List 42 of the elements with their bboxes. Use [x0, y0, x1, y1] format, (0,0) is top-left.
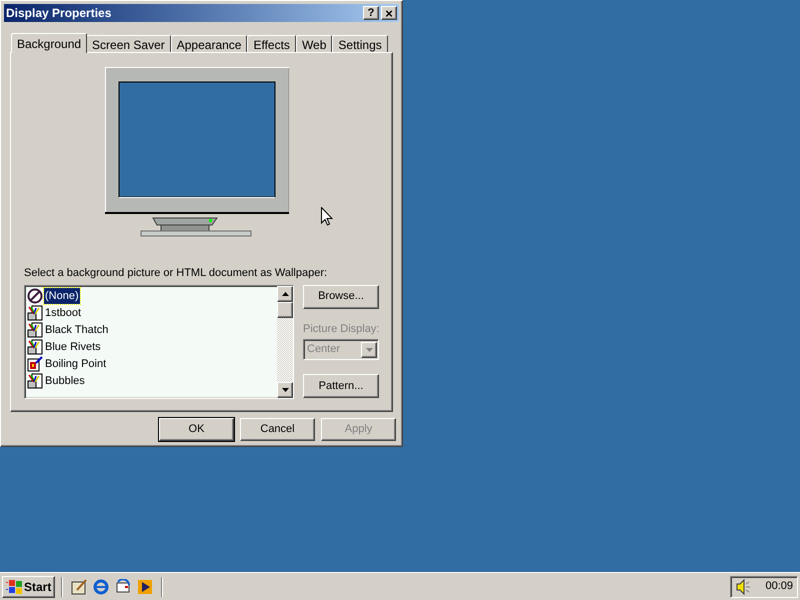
wallpaper-item[interactable]: (None)	[44, 288, 80, 304]
prohibited-icon	[27, 288, 43, 304]
clock: 00:09	[765, 579, 793, 594]
tab[interactable]: Effects	[247, 35, 296, 52]
wallpaper-list[interactable]: (None) 1stboot Black Thatch Blue Rivets Boiling Point Bubbles	[24, 284, 294, 398]
tab[interactable]: Settings	[332, 35, 388, 52]
dialog-button[interactable]: OK	[159, 418, 234, 441]
tab[interactable]: Background	[11, 33, 88, 53]
html-document-icon	[27, 373, 43, 389]
scrollbar[interactable]	[277, 286, 293, 398]
speaker-icon[interactable]	[735, 578, 751, 594]
caret-icon	[366, 348, 372, 352]
up-arrow-icon	[282, 292, 288, 296]
wallpaper-item[interactable]: Boiling Point	[44, 356, 108, 372]
bitmap-image-icon	[27, 356, 43, 372]
tab[interactable]: Web	[296, 35, 332, 52]
pattern-button[interactable]: Pattern...	[303, 374, 379, 398]
tab[interactable]: Appearance	[170, 35, 248, 52]
browse-button[interactable]: Browse...	[303, 284, 379, 308]
wallpaper-item[interactable]: Blue Rivets	[44, 338, 102, 356]
html-document-icon	[27, 322, 43, 338]
dialog-button[interactable]: Cancel	[240, 418, 315, 441]
close-button[interactable]: ×	[381, 6, 397, 20]
play-icon[interactable]	[137, 578, 154, 594]
start-button[interactable]: Start	[2, 576, 56, 598]
html-document-icon	[27, 305, 43, 321]
browser-icon[interactable]	[93, 578, 110, 594]
mouse-cursor-icon	[321, 207, 333, 226]
scroll-down-button[interactable]	[277, 382, 293, 398]
scroll-up-button[interactable]	[277, 286, 293, 302]
wallpaper-label: Select a background picture or HTML document as Wallpaper:	[24, 266, 328, 281]
wallpaper-item[interactable]: 1stboot	[44, 304, 82, 322]
windows-logo-icon	[6, 580, 22, 594]
html-document-icon	[27, 339, 43, 355]
down-arrow-icon	[282, 388, 288, 392]
picture-display-label: Picture Display:	[303, 322, 379, 336]
help-button[interactable]: ?	[363, 6, 379, 20]
window-title: Display Properties	[6, 7, 112, 19]
wallpaper-item[interactable]: Bubbles	[44, 372, 86, 390]
wallpaper-item[interactable]: Black Thatch	[44, 322, 110, 338]
scroll-thumb[interactable]	[277, 302, 293, 318]
tab[interactable]: Screen Saver	[86, 35, 171, 52]
